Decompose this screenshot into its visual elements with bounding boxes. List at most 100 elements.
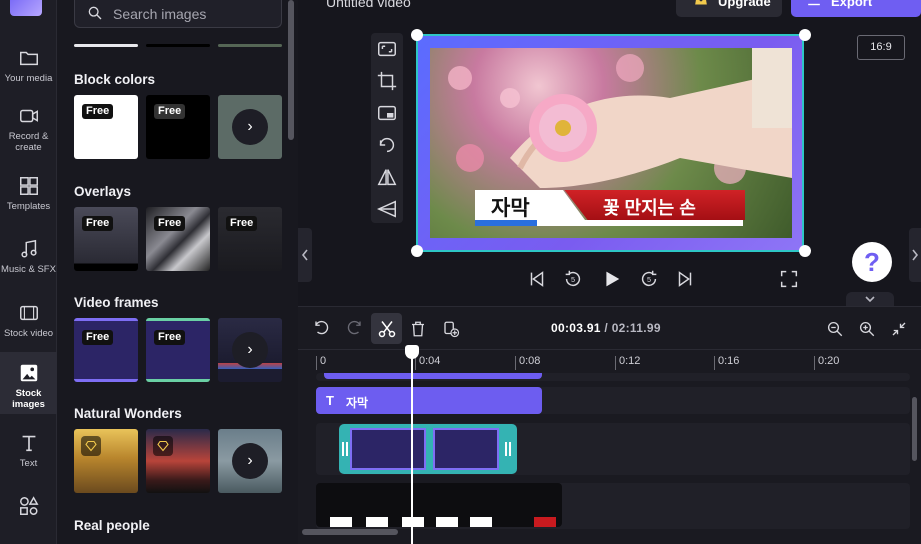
ruler-tick	[515, 356, 516, 370]
flip-vertical-icon[interactable]	[376, 198, 398, 220]
thumb-white[interactable]: Free	[74, 95, 138, 159]
undo-button[interactable]	[308, 315, 336, 343]
ruler-label: 0:16	[718, 355, 740, 367]
nav-templates[interactable]: Templates	[0, 175, 57, 212]
text-clip[interactable]: T 자막	[316, 387, 542, 414]
skip-forward-icon[interactable]	[674, 268, 696, 290]
fit-icon[interactable]	[376, 38, 398, 60]
thumb-video-frame[interactable]: Free	[74, 318, 138, 382]
timeline: 00:03.91 / 02:11.99 0 0:04 0:08 0:12 0:1…	[298, 306, 921, 544]
timeline-clip[interactable]	[324, 373, 542, 379]
subtitle-underline-accent	[475, 220, 537, 226]
rewind-5-icon[interactable]: 5	[562, 268, 584, 290]
clip-thumbnail	[330, 517, 352, 527]
nav-shapes[interactable]	[0, 495, 57, 521]
chevron-right-icon[interactable]: ›	[232, 109, 268, 145]
aspect-ratio-button[interactable]: 16:9	[857, 35, 905, 60]
chevron-right-icon[interactable]: ›	[232, 332, 268, 368]
thumb-video-frame[interactable]: Free	[146, 318, 210, 382]
collapse-preview[interactable]	[846, 292, 894, 306]
free-badge: Free	[82, 104, 114, 119]
clip-thumbnail	[470, 517, 492, 527]
undo-icon	[315, 320, 329, 335]
export-button[interactable]: Export	[791, 0, 921, 17]
shapes-icon	[19, 496, 39, 515]
nav-music-sfx[interactable]: Music & SFX	[0, 238, 57, 275]
video-frame-clip[interactable]	[339, 424, 517, 474]
redo-icon	[347, 320, 361, 335]
zoom-out-button[interactable]	[821, 315, 849, 343]
split-button[interactable]	[371, 313, 402, 344]
nav-text[interactable]: Text	[0, 432, 57, 469]
crop-icon[interactable]	[376, 70, 398, 92]
skip-back-icon[interactable]	[526, 268, 548, 290]
trash-icon	[412, 321, 424, 337]
nav-stock-video[interactable]: Stock video	[0, 302, 57, 339]
delete-button[interactable]	[404, 315, 432, 343]
panel-scrollbar[interactable]	[288, 0, 294, 140]
forward-5-icon[interactable]: 5	[638, 268, 660, 290]
resize-handle-tr[interactable]	[799, 29, 811, 41]
collapse-arrows-icon	[892, 322, 906, 336]
thumb-overlay[interactable]: Free	[218, 207, 282, 271]
resize-handle-tl[interactable]	[411, 29, 423, 41]
timeline-vertical-scrollbar[interactable]	[912, 397, 917, 461]
trim-handle-right[interactable]	[505, 442, 511, 456]
ruler-tick	[316, 356, 317, 370]
ruler-tick	[615, 356, 616, 370]
fit-timeline-button[interactable]	[885, 315, 913, 343]
nav-record-create[interactable]: Record & create	[0, 105, 57, 153]
timeline-horizontal-scrollbar[interactable]	[302, 529, 398, 535]
thumb-black[interactable]: Free	[146, 95, 210, 159]
thumb-more-video-frames[interactable]: ›	[218, 318, 282, 382]
zoom-in-button[interactable]	[853, 315, 881, 343]
thumb-overlay[interactable]: Free	[146, 207, 210, 271]
help-button[interactable]: ?	[852, 242, 892, 282]
playhead-handle[interactable]	[405, 345, 419, 359]
timeline-ruler[interactable]: 0 0:04 0:08 0:12 0:16 0:20	[298, 349, 921, 373]
text-clip-label: 자막	[346, 396, 369, 410]
video-clip[interactable]	[316, 483, 562, 527]
current-time: 00:03.91	[551, 321, 601, 335]
rotate-icon[interactable]	[376, 134, 398, 156]
camera-icon	[19, 109, 38, 123]
expand-right-panel[interactable]	[909, 228, 921, 282]
free-badge: Free	[154, 104, 186, 119]
subtitle-overlay[interactable]: 자막 꽃 만지는 손	[475, 190, 745, 226]
trim-handle-left[interactable]	[342, 442, 348, 456]
flip-horizontal-icon[interactable]	[376, 166, 398, 188]
playhead[interactable]	[411, 349, 413, 544]
chevron-right-icon[interactable]: ›	[232, 443, 268, 479]
app-logo	[10, 0, 42, 16]
chevron-left-icon	[301, 249, 308, 261]
resize-handle-bl[interactable]	[411, 245, 423, 257]
fullscreen-icon[interactable]	[778, 268, 800, 290]
redo-button[interactable]	[340, 315, 368, 343]
duplicate-button[interactable]	[437, 315, 465, 343]
collapse-left-panel[interactable]	[298, 228, 312, 282]
thumb-more-natural-wonders[interactable]: ›	[218, 429, 282, 493]
thumb-natural-wonder[interactable]	[74, 429, 138, 493]
nav-stock-images[interactable]: Stock images	[0, 352, 57, 414]
ruler-label: 0	[320, 355, 327, 367]
thumb-more-block-colors[interactable]: ›	[218, 95, 282, 159]
nav-your-media[interactable]: Your media	[0, 47, 57, 84]
play-icon[interactable]	[600, 268, 622, 290]
search-input[interactable]	[113, 5, 273, 23]
premium-diamond-icon	[81, 436, 101, 456]
pip-icon[interactable]	[376, 102, 398, 124]
search-box[interactable]	[74, 0, 282, 28]
project-title[interactable]: Untitled video	[326, 0, 411, 10]
thumb-natural-wonder[interactable]	[146, 429, 210, 493]
text-clip-icon: T	[326, 393, 334, 408]
nav-label: Music & SFX	[1, 264, 56, 275]
resize-handle-br[interactable]	[799, 245, 811, 257]
nav-label: Stock video	[3, 328, 54, 339]
duplicate-icon	[444, 321, 460, 338]
ruler-label: 0:20	[818, 355, 840, 367]
upgrade-button[interactable]: Upgrade	[676, 0, 782, 17]
thumb-overlay[interactable]: Free	[74, 207, 138, 271]
clip-thumbnail	[402, 517, 424, 527]
preview-canvas[interactable]: 자막 꽃 만지는 손	[411, 29, 811, 257]
subtitle-left-text: 자막	[491, 197, 530, 220]
